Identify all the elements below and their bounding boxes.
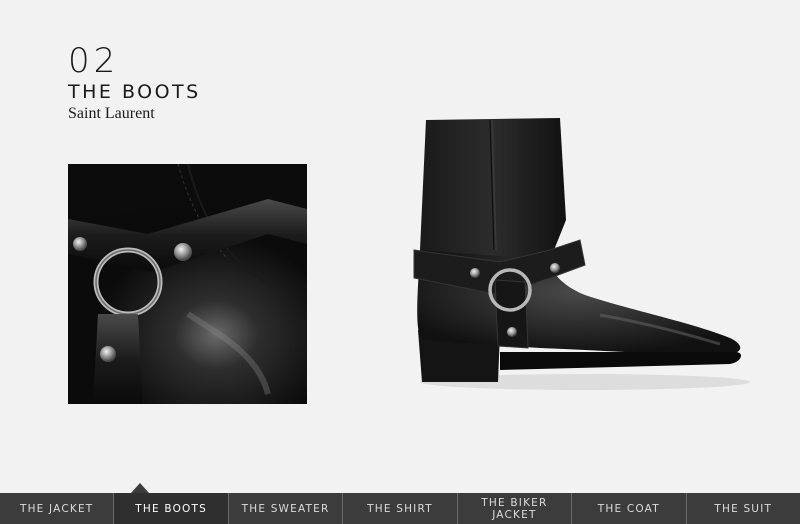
feature-number: 02 [68, 41, 120, 81]
nav-item-the-jacket[interactable]: THE JACKET [0, 493, 115, 524]
nav-item-the-shirt[interactable]: THE SHIRT [343, 493, 458, 524]
nav-item-label: THE SWEATER [241, 502, 330, 515]
boot-illustration [413, 118, 750, 390]
nav-item-label: THE SHIRT [367, 502, 433, 515]
active-tab-indicator [131, 483, 149, 493]
feature-header: 02 THE BOOTS Saint Laurent [68, 44, 201, 123]
product-image [400, 100, 760, 400]
nav-item-the-sweater[interactable]: THE SWEATER [229, 493, 344, 524]
nav-item-the-coat[interactable]: THE COAT [572, 493, 687, 524]
bottom-navigation: THE JACKET THE BOOTS THE SWEATER THE SHI… [0, 493, 800, 524]
nav-item-label: THE COAT [597, 502, 660, 515]
nav-item-label: THE SUIT [714, 502, 773, 515]
brand-name: Saint Laurent [68, 105, 155, 122]
nav-item-label: THE BOOTS [135, 502, 207, 515]
nav-item-label: THE JACKET [19, 502, 94, 515]
nav-item-the-suit[interactable]: THE SUIT [687, 493, 800, 524]
nav-item-the-biker-jacket[interactable]: THE BIKER JACKET [458, 493, 573, 524]
feature-title: THE BOOTS [68, 81, 201, 103]
detail-image [68, 164, 307, 404]
nav-item-label: THE BIKER JACKET [481, 496, 548, 521]
boot-closeup-illustration [68, 164, 307, 404]
nav-item-the-boots[interactable]: THE BOOTS [114, 493, 229, 524]
